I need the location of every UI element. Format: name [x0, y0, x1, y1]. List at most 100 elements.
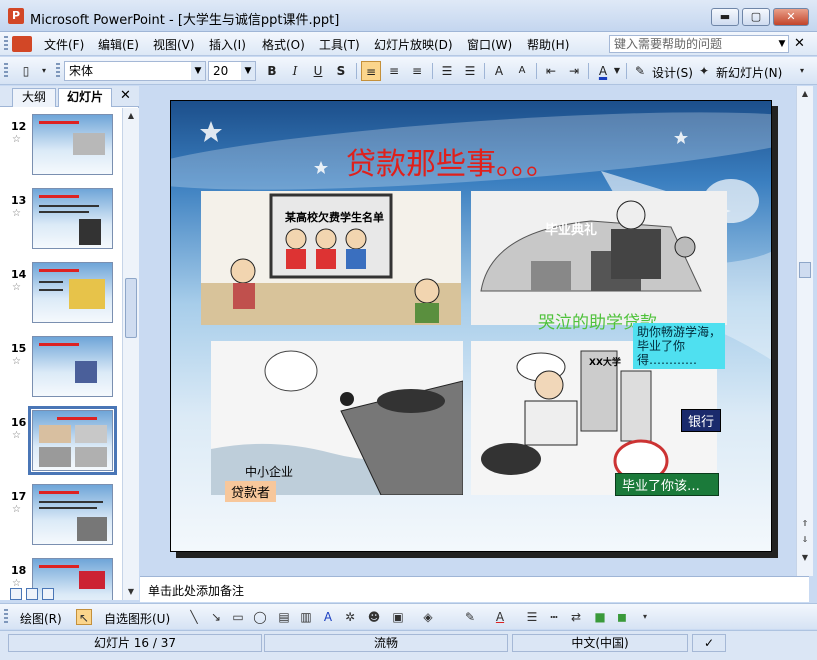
- menu-insert[interactable]: 插入(I): [209, 36, 246, 53]
- graduation-tag[interactable]: 毕业了你该…: [615, 473, 719, 496]
- italic-button[interactable]: I: [285, 61, 305, 81]
- chevron-down-icon[interactable]: ▼: [612, 61, 622, 81]
- toolbar-grip[interactable]: [4, 36, 8, 52]
- select-objects-icon[interactable]: ↖: [76, 609, 92, 625]
- scroll-up-icon[interactable]: ▲: [797, 86, 813, 102]
- cartoon-unpaid-students[interactable]: 某高校欠费学生名单: [201, 191, 461, 325]
- slide-thumbnail-17[interactable]: [32, 484, 113, 545]
- dash-style-icon[interactable]: ┅: [546, 609, 562, 625]
- toolbar-grip[interactable]: [4, 609, 8, 625]
- menu-window[interactable]: 窗口(W): [467, 36, 512, 53]
- scroll-down-icon[interactable]: ▼: [123, 584, 139, 600]
- align-center-icon[interactable]: ≡: [384, 61, 404, 81]
- cartoon-small-business[interactable]: 中小企业: [211, 341, 463, 495]
- cartoon-graduation-ceremony[interactable]: 毕业典礼: [471, 191, 727, 325]
- toolbar-options-icon[interactable]: ▾: [38, 61, 50, 81]
- slide-editor[interactable]: 贷款那些事。。。 某高校欠费学生名单 毕业典礼 哭泣的助学贷款 中小企业 贷款者…: [140, 86, 796, 576]
- chevron-down-icon[interactable]: ▼: [241, 62, 255, 80]
- slide-thumbnail-15[interactable]: [32, 336, 113, 397]
- menu-view[interactable]: 视图(V): [153, 36, 195, 53]
- rectangle-icon[interactable]: ▭: [230, 609, 246, 625]
- clipart-icon[interactable]: ☻: [366, 609, 382, 625]
- font-name-select[interactable]: 宋体 ▼: [64, 61, 206, 81]
- scroll-thumb[interactable]: [125, 278, 137, 338]
- decrease-indent-icon[interactable]: ⇤: [541, 61, 561, 81]
- new-slide-icon[interactable]: ✦: [696, 61, 712, 81]
- menu-help[interactable]: 帮助(H): [527, 36, 569, 53]
- oval-icon[interactable]: ◯: [252, 609, 268, 625]
- document-icon[interactable]: [12, 36, 32, 52]
- 3d-style-icon[interactable]: ◼: [614, 609, 630, 625]
- shrink-font-button[interactable]: A: [512, 61, 532, 81]
- menu-slideshow[interactable]: 幻灯片放映(D): [374, 36, 453, 53]
- slide-thumbnail-14[interactable]: [32, 262, 113, 323]
- current-slide[interactable]: 贷款那些事。。。 某高校欠费学生名单 毕业典礼 哭泣的助学贷款 中小企业 贷款者…: [170, 100, 772, 552]
- toolbar-options-icon[interactable]: ▾: [640, 609, 650, 625]
- slideshow-icon[interactable]: [42, 588, 54, 600]
- shadow-style-icon[interactable]: ■: [592, 609, 608, 625]
- callout-box[interactable]: 助你畅游学海，毕业了你得…………: [633, 323, 725, 369]
- scroll-down-icon[interactable]: ▼: [797, 550, 813, 566]
- notes-pane[interactable]: 单击此处添加备注: [140, 576, 809, 602]
- menu-edit[interactable]: 编辑(E): [98, 36, 139, 53]
- arrow-icon[interactable]: ↘: [208, 609, 224, 625]
- slide-scrollbar[interactable]: ▲ ⇑ ⇓ ▼: [796, 86, 813, 576]
- font-size-select[interactable]: 20 ▼: [208, 61, 256, 81]
- align-right-icon[interactable]: ≡: [407, 61, 427, 81]
- autoshapes-button[interactable]: 自选图形(U): [104, 610, 170, 627]
- increase-indent-icon[interactable]: ⇥: [564, 61, 584, 81]
- textbox-icon[interactable]: ▤: [276, 609, 292, 625]
- scroll-thumb[interactable]: [799, 262, 811, 278]
- maximize-button[interactable]: ▢: [742, 8, 770, 26]
- menu-file[interactable]: 文件(F): [44, 36, 84, 53]
- vertical-textbox-icon[interactable]: ▥: [298, 609, 314, 625]
- spellcheck-icon[interactable]: ✓: [692, 634, 726, 652]
- slide-sorter-icon[interactable]: [26, 588, 38, 600]
- thumbnail-list[interactable]: 12 ☆ 13 ☆ 14 ☆ 15 ☆ 16 ☆ 17 ☆ 18 ☆: [0, 108, 122, 600]
- help-search-input[interactable]: 键入需要帮助的问题: [609, 35, 789, 53]
- wordart-icon[interactable]: A: [320, 609, 336, 625]
- toolbar-options-icon[interactable]: ▾: [796, 61, 808, 81]
- menu-format[interactable]: 格式(O): [262, 36, 305, 53]
- line-color-icon[interactable]: ✎: [462, 609, 478, 625]
- scroll-up-icon[interactable]: ▲: [123, 108, 139, 124]
- previous-slide-icon[interactable]: ⇑: [797, 516, 813, 532]
- bank-tag[interactable]: 银行: [681, 409, 722, 432]
- slide-thumbnail-13[interactable]: [32, 188, 113, 249]
- picture-icon[interactable]: ▣: [390, 609, 406, 625]
- thumbnail-scrollbar[interactable]: ▲ ▼: [122, 108, 139, 600]
- borrower-tag[interactable]: 贷款者: [225, 481, 277, 502]
- new-slide-button[interactable]: 新幻灯片(N): [716, 64, 782, 81]
- grow-font-button[interactable]: A: [489, 61, 509, 81]
- fill-color-icon[interactable]: ◈: [420, 609, 436, 625]
- font-color-icon[interactable]: A: [492, 609, 508, 625]
- bullet-list-icon[interactable]: ☰: [460, 61, 480, 81]
- close-icon[interactable]: ✕: [120, 88, 131, 103]
- arrow-style-icon[interactable]: ⇄: [568, 609, 584, 625]
- chevron-down-icon[interactable]: ▼: [191, 62, 205, 80]
- align-left-icon[interactable]: ≡: [361, 61, 381, 81]
- toolbar-grip[interactable]: [4, 63, 8, 79]
- design-button[interactable]: 设计(S): [652, 64, 693, 81]
- menu-tools[interactable]: 工具(T): [319, 36, 360, 53]
- font-color-button[interactable]: A: [593, 61, 613, 81]
- new-document-icon[interactable]: ▯: [16, 61, 36, 81]
- minimize-button[interactable]: ▬: [711, 8, 739, 26]
- tab-slides[interactable]: 幻灯片: [58, 88, 112, 107]
- underline-button[interactable]: U: [308, 61, 328, 81]
- slide-thumbnail-12[interactable]: [32, 114, 113, 175]
- design-icon[interactable]: ✎: [632, 61, 648, 81]
- tab-outline[interactable]: 大纲: [12, 88, 56, 107]
- normal-view-icon[interactable]: [10, 588, 22, 600]
- shadow-button[interactable]: S: [331, 61, 351, 81]
- close-button[interactable]: ✕: [773, 8, 809, 26]
- draw-menu-button[interactable]: 绘图(R): [20, 610, 62, 627]
- bold-button[interactable]: B: [262, 61, 282, 81]
- diagram-icon[interactable]: ✲: [342, 609, 358, 625]
- line-icon[interactable]: ╲: [186, 609, 202, 625]
- slide-thumbnail-16[interactable]: [28, 406, 117, 475]
- toolbar-grip[interactable]: [56, 63, 60, 79]
- chevron-down-icon[interactable]: ▼: [775, 35, 789, 53]
- next-slide-icon[interactable]: ⇓: [797, 532, 813, 548]
- close-document-button[interactable]: ✕: [794, 36, 805, 51]
